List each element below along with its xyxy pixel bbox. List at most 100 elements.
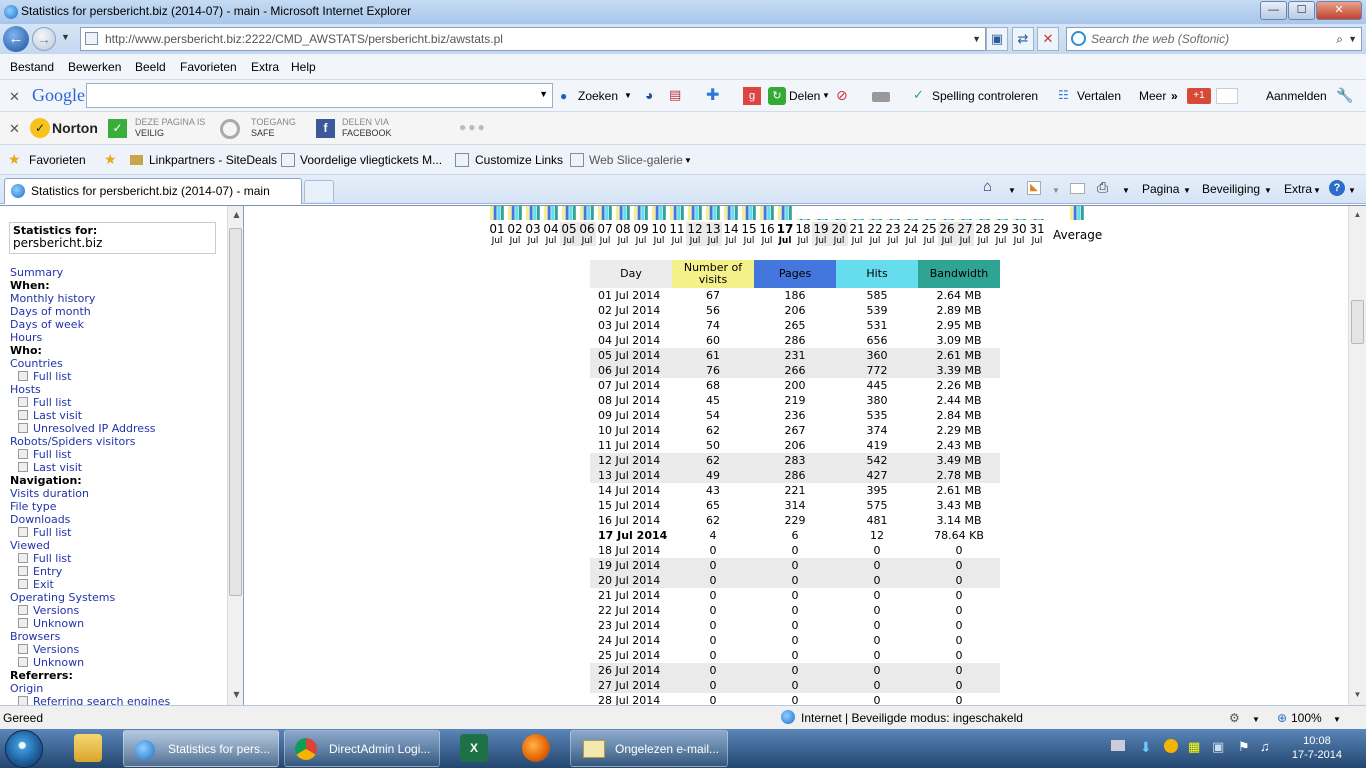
menu-link[interactable]: Unresolved IP Address: [10, 422, 170, 435]
access-status[interactable]: TOEGANG SAFE: [251, 117, 296, 139]
delen-dropdown-icon[interactable]: ▼: [822, 91, 830, 100]
menu-link[interactable]: Viewed: [10, 539, 170, 552]
refresh-icon[interactable]: ⇄: [1012, 27, 1034, 51]
stop-icon[interactable]: ✕: [1037, 27, 1059, 51]
facebook-share[interactable]: DELEN VIA FACEBOOK: [342, 117, 392, 139]
task-mail[interactable]: Ongelezen e-mail...: [570, 730, 728, 767]
menu-link[interactable]: Unknown: [10, 656, 170, 669]
beveiliging-menu[interactable]: Beveiliging: [1202, 182, 1260, 196]
menu-link[interactable]: Full list: [10, 370, 170, 383]
main-scrollbar[interactable]: ▲ ▼: [1348, 206, 1366, 706]
aanmelden-button[interactable]: Aanmelden: [1266, 89, 1327, 103]
extra-dropdown-icon[interactable]: ▼: [1313, 186, 1321, 195]
menu-link[interactable]: Last visit: [10, 409, 170, 422]
flag-tray-icon[interactable]: ⚑: [1238, 739, 1250, 755]
menu-extra[interactable]: Extra: [251, 60, 279, 74]
system-clock[interactable]: 10:08 17-7-2014: [1292, 734, 1342, 762]
menu-link[interactable]: Versions: [10, 604, 170, 617]
zoom-level[interactable]: 100%: [1291, 711, 1322, 725]
extra-menu[interactable]: Extra: [1284, 182, 1312, 196]
scroll-down-icon[interactable]: ▼: [228, 690, 243, 699]
google-search-input[interactable]: ▼: [86, 83, 553, 108]
keyboard-tray-icon[interactable]: [1111, 740, 1125, 751]
menu-link[interactable]: Summary: [10, 266, 170, 279]
home-dropdown-icon[interactable]: ▼: [1008, 186, 1016, 195]
close-button[interactable]: ✕: [1316, 1, 1362, 20]
menu-link[interactable]: Countries: [10, 357, 170, 370]
bookmark-icon[interactable]: ▤: [669, 87, 681, 103]
favorieten-button[interactable]: Favorieten: [29, 153, 86, 167]
scroll-up-icon[interactable]: ▲: [1349, 210, 1366, 219]
chrome-tray-icon[interactable]: [1164, 739, 1178, 753]
add-favorite-icon[interactable]: ★: [104, 151, 117, 168]
left-scrollbar[interactable]: ▲ ▼: [227, 206, 243, 706]
forward-button[interactable]: →: [32, 27, 56, 51]
popup-blocker-icon[interactable]: ⊘: [836, 87, 848, 104]
pagina-menu[interactable]: Pagina: [1142, 182, 1179, 196]
maximize-button[interactable]: ☐: [1288, 1, 1315, 20]
safe-page-status[interactable]: DEZE PAGINA IS VEILIG: [135, 117, 205, 139]
zoeken-button[interactable]: Zoeken: [578, 89, 618, 103]
google-dropdown-icon[interactable]: ▼: [539, 89, 548, 99]
rss-dropdown-icon[interactable]: ▼: [1052, 186, 1060, 195]
start-button[interactable]: [5, 730, 43, 768]
back-button[interactable]: ←: [3, 26, 29, 52]
globe-icon[interactable]: ◕: [645, 87, 653, 103]
zoeken-dropdown-icon[interactable]: ▼: [624, 91, 632, 100]
address-dropdown-icon[interactable]: ▼: [972, 28, 981, 50]
menu-link[interactable]: Versions: [10, 643, 170, 656]
menu-link[interactable]: Days of week: [10, 318, 170, 331]
rss-icon[interactable]: ◣: [1027, 181, 1041, 195]
menu-link[interactable]: Hours: [10, 331, 170, 344]
search-dropdown-icon[interactable]: ▼: [1348, 28, 1357, 50]
menu-link[interactable]: File type: [10, 500, 170, 513]
mail-icon[interactable]: [1070, 183, 1085, 194]
menu-link[interactable]: Last visit: [10, 461, 170, 474]
more-dots-icon[interactable]: ●●●: [459, 120, 487, 134]
share-icon[interactable]: ↻: [768, 87, 786, 105]
delen-button[interactable]: Delen: [789, 89, 820, 103]
gmail-icon[interactable]: g: [743, 87, 761, 105]
gplus-button[interactable]: +1: [1187, 88, 1211, 104]
menu-link[interactable]: Full list: [10, 552, 170, 565]
compat-view-icon[interactable]: ▣: [986, 27, 1008, 51]
menu-help[interactable]: Help: [291, 60, 316, 74]
fav-linkpartners[interactable]: Linkpartners - SiteDeals: [149, 153, 277, 167]
menu-link[interactable]: Operating Systems: [10, 591, 170, 604]
add-icon[interactable]: ✚: [706, 85, 719, 105]
excel-icon[interactable]: X: [460, 734, 488, 762]
menu-link[interactable]: Entry: [10, 565, 170, 578]
norton-close-icon[interactable]: ✕: [9, 121, 20, 137]
beveiliging-dropdown-icon[interactable]: ▼: [1264, 186, 1272, 195]
wrench-icon[interactable]: 🔧: [1336, 87, 1353, 104]
menu-link[interactable]: Exit: [10, 578, 170, 591]
left-scrollbar-thumb[interactable]: [229, 228, 242, 596]
minimize-button[interactable]: —: [1260, 1, 1287, 20]
menu-link[interactable]: Full list: [10, 526, 170, 539]
task-chrome[interactable]: DirectAdmin Logi...: [284, 730, 440, 767]
print-dropdown-icon[interactable]: ▼: [1122, 186, 1130, 195]
protected-dropdown-icon[interactable]: ▼: [1252, 715, 1260, 724]
tab-active[interactable]: Statistics for persbericht.biz (2014-07)…: [4, 178, 302, 204]
more-chevron-icon[interactable]: »: [1171, 89, 1178, 103]
menu-bewerken[interactable]: Bewerken: [68, 60, 121, 74]
menu-link[interactable]: Robots/Spiders visitors: [10, 435, 170, 448]
menu-link[interactable]: Monthly history: [10, 292, 170, 305]
menu-favorieten[interactable]: Favorieten: [180, 60, 237, 74]
keyboard-icon[interactable]: [872, 92, 890, 102]
network-tray-icon[interactable]: ▦: [1188, 739, 1200, 755]
meer-button[interactable]: Meer: [1139, 89, 1166, 103]
firefox-icon[interactable]: [522, 734, 550, 762]
translate-icon[interactable]: ☷: [1058, 88, 1069, 102]
web-slice-dropdown-icon[interactable]: ▼: [684, 156, 692, 165]
main-scrollbar-thumb[interactable]: [1351, 300, 1364, 344]
zoom-dropdown-icon[interactable]: ▼: [1333, 715, 1341, 724]
menu-link[interactable]: Downloads: [10, 513, 170, 526]
menu-link[interactable]: Unknown: [10, 617, 170, 630]
help-icon[interactable]: ?: [1329, 180, 1345, 196]
address-bar[interactable]: http://www.persbericht.biz:2222/CMD_AWST…: [80, 27, 986, 51]
devices-tray-icon[interactable]: ▣: [1212, 739, 1224, 755]
task-ie[interactable]: Statistics for pers...: [123, 730, 279, 767]
toolbar-close-icon[interactable]: ✕: [9, 89, 20, 105]
spelling-button[interactable]: Spelling controleren: [932, 89, 1038, 103]
